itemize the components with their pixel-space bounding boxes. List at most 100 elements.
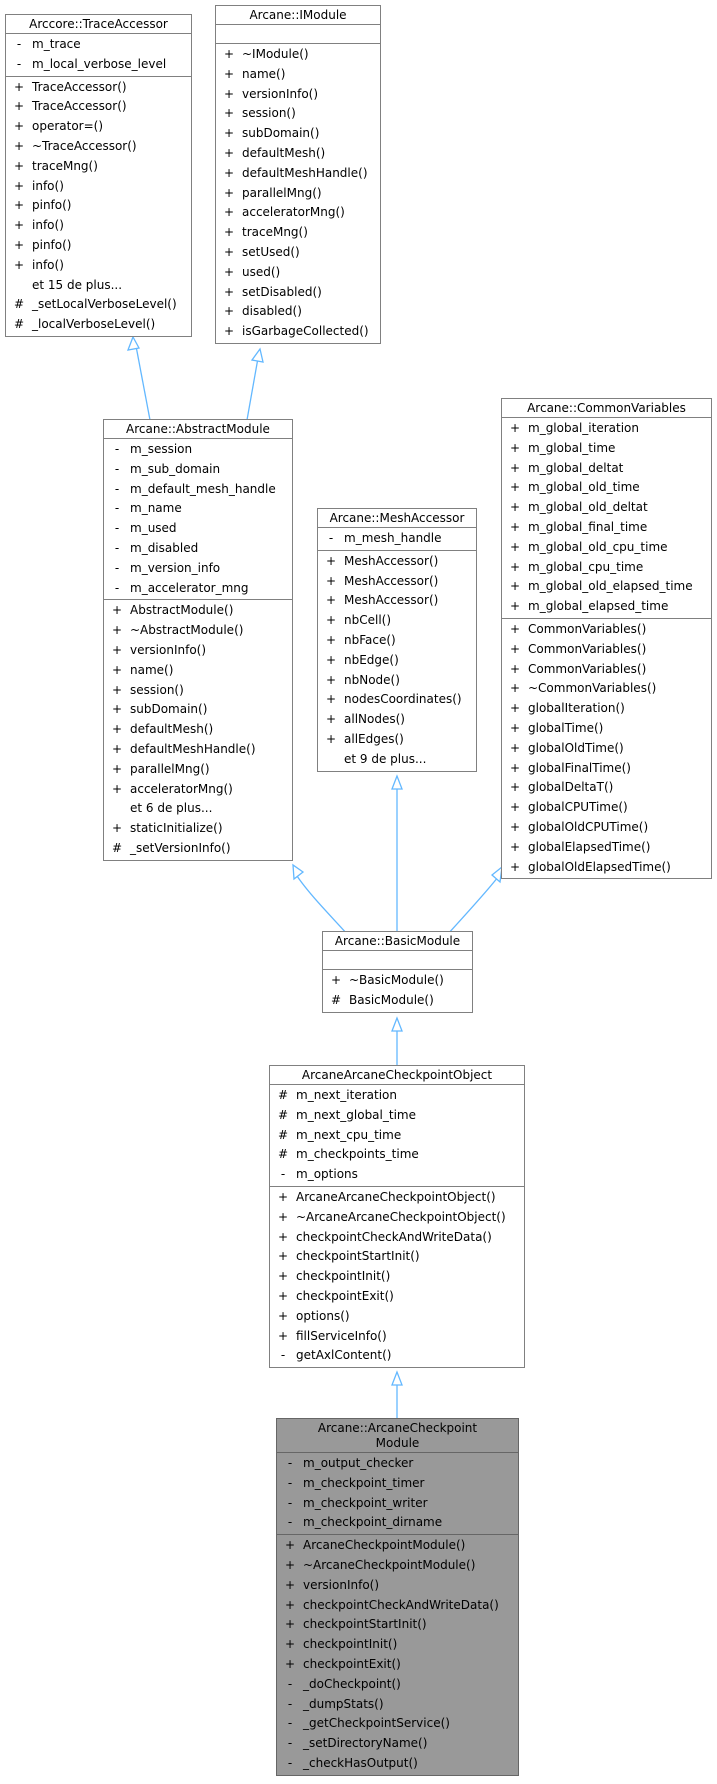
attribute-row[interactable]: + m_global_old_deltat xyxy=(502,498,711,518)
class-title[interactable]: Arcane::BasicModule xyxy=(323,932,472,951)
method-row[interactable]: + CommonVariables() xyxy=(502,640,711,660)
attribute-row[interactable]: # m_checkpoints_time xyxy=(270,1145,524,1165)
method-row[interactable]: + checkpointStartInit() xyxy=(277,1615,518,1635)
class-title[interactable]: ArcaneArcaneCheckpointObject xyxy=(270,1066,524,1085)
method-row[interactable]: + AbstractModule() xyxy=(104,601,292,621)
class-title[interactable]: Arcane::ArcaneCheckpoint Module xyxy=(277,1419,518,1453)
attribute-row[interactable]: + m_global_cpu_time xyxy=(502,558,711,578)
method-row[interactable]: - _dumpStats() xyxy=(277,1695,518,1715)
method-row[interactable]: + defaultMeshHandle() xyxy=(216,164,380,184)
method-row[interactable]: + ArcaneCheckpointModule() xyxy=(277,1536,518,1556)
attribute-row[interactable]: + m_global_old_cpu_time xyxy=(502,538,711,558)
attribute-row[interactable]: + m_global_final_time xyxy=(502,518,711,538)
method-row[interactable]: + globalOldTime() xyxy=(502,739,711,759)
method-row[interactable]: + CommonVariables() xyxy=(502,660,711,680)
method-row[interactable]: + session() xyxy=(104,681,292,701)
method-row[interactable]: + parallelMng() xyxy=(104,760,292,780)
attribute-row[interactable]: - m_accelerator_mng xyxy=(104,579,292,599)
method-row[interactable]: + versionInfo() xyxy=(277,1576,518,1596)
class-checkpoint-object[interactable]: ArcaneArcaneCheckpointObject # m_next_iter… xyxy=(269,1065,525,1369)
attribute-row[interactable]: - m_sub_domain xyxy=(104,460,292,480)
method-row[interactable]: + globalOldElapsedTime() xyxy=(502,858,711,878)
attribute-row[interactable]: - m_checkpoint_writer xyxy=(277,1494,518,1514)
method-row[interactable]: + globalFinalTime() xyxy=(502,759,711,779)
attribute-row[interactable]: - m_trace xyxy=(6,35,191,55)
method-row[interactable]: + ~IModule() xyxy=(216,45,380,65)
attribute-row[interactable]: - m_output_checker xyxy=(277,1454,518,1474)
method-row[interactable]: + checkpointInit() xyxy=(277,1635,518,1655)
method-row[interactable]: + globalDeltaT() xyxy=(502,778,711,798)
method-row[interactable]: + name() xyxy=(104,661,292,681)
attribute-row[interactable]: - m_checkpoint_timer xyxy=(277,1474,518,1494)
class-title[interactable]: Arcane::IModule xyxy=(216,6,380,25)
method-row[interactable]: # _localVerboseLevel() xyxy=(6,315,191,335)
attribute-row[interactable]: - m_checkpoint_dirname xyxy=(277,1513,518,1533)
class-abstract-module[interactable]: Arcane::AbstractModule - m_session - m_sub_d… xyxy=(103,419,293,861)
method-row[interactable]: # _setVersionInfo() xyxy=(104,839,292,859)
method-row[interactable]: + allNodes() xyxy=(318,710,476,730)
method-row[interactable]: + versionInfo() xyxy=(216,85,380,105)
method-row[interactable]: + checkpointExit() xyxy=(277,1655,518,1675)
method-row[interactable]: et 6 de plus... xyxy=(104,799,292,819)
method-row[interactable]: + options() xyxy=(270,1307,524,1327)
method-row[interactable]: + parallelMng() xyxy=(216,184,380,204)
method-row[interactable]: + globalCPUTime() xyxy=(502,798,711,818)
class-title[interactable]: Arcane::CommonVariables xyxy=(502,399,711,418)
method-row[interactable]: + defaultMesh() xyxy=(104,720,292,740)
method-row[interactable]: + defaultMesh() xyxy=(216,144,380,164)
method-row[interactable]: + checkpointStartInit() xyxy=(270,1247,524,1267)
method-row[interactable]: + used() xyxy=(216,263,380,283)
method-row[interactable]: # _setLocalVerboseLevel() xyxy=(6,295,191,315)
attribute-row[interactable]: # m_next_iteration xyxy=(270,1086,524,1106)
method-row[interactable]: et 9 de plus... xyxy=(318,750,476,770)
attribute-row[interactable]: + m_global_time xyxy=(502,439,711,459)
method-row[interactable]: + globalTime() xyxy=(502,719,711,739)
attribute-row[interactable]: # m_next_cpu_time xyxy=(270,1126,524,1146)
class-checkpoint-module[interactable]: Arcane::ArcaneCheckpoint Module - m_output_… xyxy=(276,1418,519,1776)
method-row[interactable]: + isGarbageCollected() xyxy=(216,322,380,342)
method-row[interactable]: + defaultMeshHandle() xyxy=(104,740,292,760)
class-trace-accessor[interactable]: Arccore::TraceAccessor - m_trace - m_local_v… xyxy=(5,14,192,337)
method-row[interactable]: + ~ArcaneCheckpointModule() xyxy=(277,1556,518,1576)
attribute-row[interactable]: # m_next_global_time xyxy=(270,1106,524,1126)
method-row[interactable]: + nbNode() xyxy=(318,671,476,691)
method-row[interactable]: + checkpointCheckAndWriteData() xyxy=(270,1228,524,1248)
method-row[interactable]: + info() xyxy=(6,256,191,276)
method-row[interactable]: + nbCell() xyxy=(318,611,476,631)
attribute-row[interactable]: - m_options xyxy=(270,1165,524,1185)
class-imodule[interactable]: Arcane::IModule+ ~IModule() + name() + versio… xyxy=(215,5,381,344)
attribute-row[interactable]: - m_disabled xyxy=(104,539,292,559)
method-row[interactable]: + name() xyxy=(216,65,380,85)
method-row[interactable]: + operator=() xyxy=(6,117,191,137)
method-row[interactable]: + TraceAccessor() xyxy=(6,97,191,117)
method-row[interactable]: + ~BasicModule() xyxy=(323,971,472,991)
attribute-row[interactable]: + m_global_old_time xyxy=(502,478,711,498)
method-row[interactable]: + ~CommonVariables() xyxy=(502,679,711,699)
method-row[interactable]: + setDisabled() xyxy=(216,283,380,303)
class-mesh-accessor[interactable]: Arcane::MeshAccessor - m_mesh_handle + MeshA… xyxy=(317,508,477,772)
method-row[interactable]: + versionInfo() xyxy=(104,641,292,661)
method-row[interactable]: + traceMng() xyxy=(216,223,380,243)
method-row[interactable]: + TraceAccessor() xyxy=(6,78,191,98)
method-row[interactable]: - _checkHasOutput() xyxy=(277,1754,518,1774)
method-row[interactable]: + checkpointInit() xyxy=(270,1267,524,1287)
method-row[interactable]: + checkpointExit() xyxy=(270,1287,524,1307)
method-row[interactable]: + traceMng() xyxy=(6,157,191,177)
method-row[interactable]: + nodesCoordinates() xyxy=(318,690,476,710)
method-row[interactable]: + ArcaneArcaneCheckpointObject() xyxy=(270,1188,524,1208)
method-row[interactable]: + info() xyxy=(6,216,191,236)
class-title[interactable]: Arcane::AbstractModule xyxy=(104,420,292,439)
method-row[interactable]: + ~TraceAccessor() xyxy=(6,137,191,157)
method-row[interactable]: + fillServiceInfo() xyxy=(270,1327,524,1347)
method-row[interactable]: + pinfo() xyxy=(6,196,191,216)
method-row[interactable]: + subDomain() xyxy=(104,700,292,720)
method-row[interactable]: + checkpointCheckAndWriteData() xyxy=(277,1596,518,1616)
attribute-row[interactable]: - m_local_verbose_level xyxy=(6,55,191,75)
method-row[interactable]: + allEdges() xyxy=(318,730,476,750)
attribute-row[interactable]: + m_global_elapsed_time xyxy=(502,597,711,617)
class-title[interactable]: Arcane::MeshAccessor xyxy=(318,509,476,528)
method-row[interactable]: + acceleratorMng() xyxy=(104,780,292,800)
attribute-row[interactable]: - m_mesh_handle xyxy=(318,529,476,549)
method-row[interactable]: - _doCheckpoint() xyxy=(277,1675,518,1695)
method-row[interactable]: + ~AbstractModule() xyxy=(104,621,292,641)
